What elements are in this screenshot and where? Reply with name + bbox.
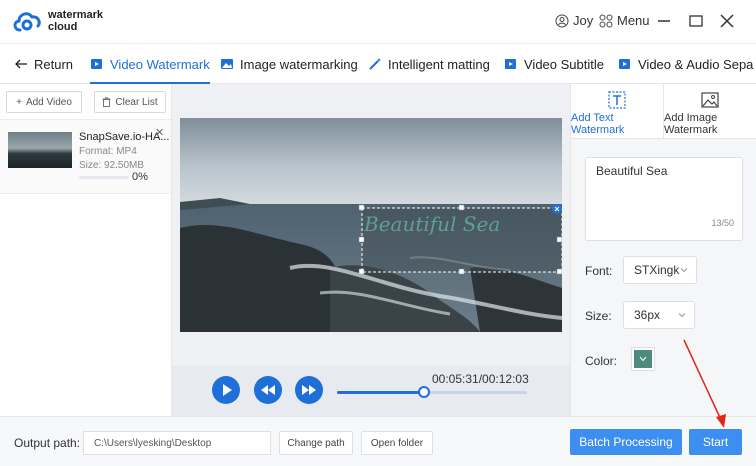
video-icon [91,59,102,69]
watermark-type-tabs: Add Text Watermark Add Image Watermark [571,84,756,139]
text-icon [608,91,626,109]
image-icon [221,59,233,69]
file-list-panel: + Add Video Clear List SnapSave.io-HA...… [0,84,172,416]
color-picker[interactable] [631,347,655,371]
seascape-video-image: Beautiful Sea [180,118,562,332]
player-controls: 00:05:31/00:12:03 [172,366,570,416]
change-path-button[interactable]: Change path [279,431,353,455]
tab-video-audio-separation[interactable]: Video & Audio Sepa [618,44,753,84]
close-icon[interactable] [717,11,737,31]
watermark-settings-panel: Add Text Watermark Add Image Watermark B… [570,84,756,416]
file-size: Size: 92.50MB [79,160,145,171]
list-item[interactable]: SnapSave.io-HA... Format: MP4 Size: 92.5… [0,120,171,194]
cloud-logo-icon [13,12,41,32]
plus-icon: + [16,96,22,108]
seek-handle[interactable] [418,386,431,398]
seek-bar[interactable] [337,386,527,398]
image-icon [701,92,719,108]
character-counter: 13/50 [711,218,734,228]
maximize-icon[interactable] [686,11,706,31]
watermark-text: Beautiful Sea [363,212,500,236]
file-format: Format: MP4 [79,146,137,157]
user-account[interactable]: Joy [555,13,593,28]
tab-intelligent-matting[interactable]: Intelligent matting [368,44,490,84]
tab-label: Video & Audio Sepa [638,56,754,72]
fast-forward-icon [302,385,316,395]
batch-processing-button[interactable]: Batch Processing [570,429,682,455]
file-list-toolbar: + Add Video Clear List [0,84,171,120]
open-folder-button[interactable]: Open folder [361,431,433,455]
title-bar: watermark cloud Joy Menu [0,0,756,44]
seek-progress [337,391,425,394]
trash-icon [102,97,111,107]
chevron-down-icon [639,356,647,362]
chevron-down-icon [680,268,688,273]
font-select[interactable]: STXingk [623,256,697,284]
output-path-field[interactable]: C:\Users\lyesking\Desktop [83,431,271,455]
play-icon [223,384,232,396]
video-icon [505,59,516,69]
font-label: Font: [585,264,613,278]
remove-file-icon[interactable]: ✕ [155,126,164,139]
text-watermark-settings: Beautiful Sea 13/50 Font: STXingk Size: … [571,139,756,416]
clear-list-button[interactable]: Clear List [94,91,166,113]
add-video-button[interactable]: + Add Video [6,91,82,113]
tab-label: Image watermarking [240,56,358,72]
user-icon [555,14,569,27]
tab-label: Video Subtitle [524,56,604,72]
tab-label: Return [34,56,74,72]
grid-menu-icon [599,14,613,27]
tab-add-image-watermark[interactable]: Add Image Watermark [663,84,756,139]
tab-return[interactable]: Return [14,44,73,84]
tool-tab-bar: Return Video Watermark Image watermarkin… [0,44,756,84]
chevron-down-icon [678,313,686,318]
tab-video-watermark[interactable]: Video Watermark [90,44,210,84]
color-label: Color: [585,354,618,368]
user-name: Joy [573,13,594,28]
app-logo-text: watermark cloud [48,9,104,33]
play-button[interactable] [212,376,240,404]
start-button[interactable]: Start [689,429,742,455]
watermark-text-input[interactable]: Beautiful Sea 13/50 [585,157,743,241]
tab-video-subtitle[interactable]: Video Subtitle [504,44,604,84]
fast-forward-button[interactable] [295,376,323,404]
tab-add-text-watermark[interactable]: Add Text Watermark [571,84,663,139]
rewind-icon [261,385,275,395]
video-frame[interactable]: Beautiful Sea [180,118,562,332]
minimize-icon[interactable] [654,11,674,31]
magic-wand-icon [369,58,381,70]
playback-time: 00:05:31/00:12:03 [432,372,529,386]
tab-image-watermarking[interactable]: Image watermarking [220,44,358,84]
video-preview-area: Beautiful Sea 00:05:31/00:12:03 [172,84,570,416]
tab-label: Video Watermark [110,56,210,72]
size-label: Size: [585,309,612,323]
menu-label: Menu [617,13,650,28]
arrow-left-icon [15,59,27,69]
file-progress-bar [79,176,129,179]
video-thumbnail [8,132,72,168]
output-path-label: Output path: [14,436,81,450]
menu-button[interactable]: Menu [599,13,650,28]
color-swatch [634,350,652,368]
file-progress-text: 0% [132,171,148,183]
video-icon [619,59,630,69]
size-select[interactable]: 36px [623,301,695,329]
tab-label: Intelligent matting [388,56,490,72]
rewind-button[interactable] [254,376,282,404]
bottom-action-bar: Output path: C:\Users\lyesking\Desktop C… [0,416,756,466]
